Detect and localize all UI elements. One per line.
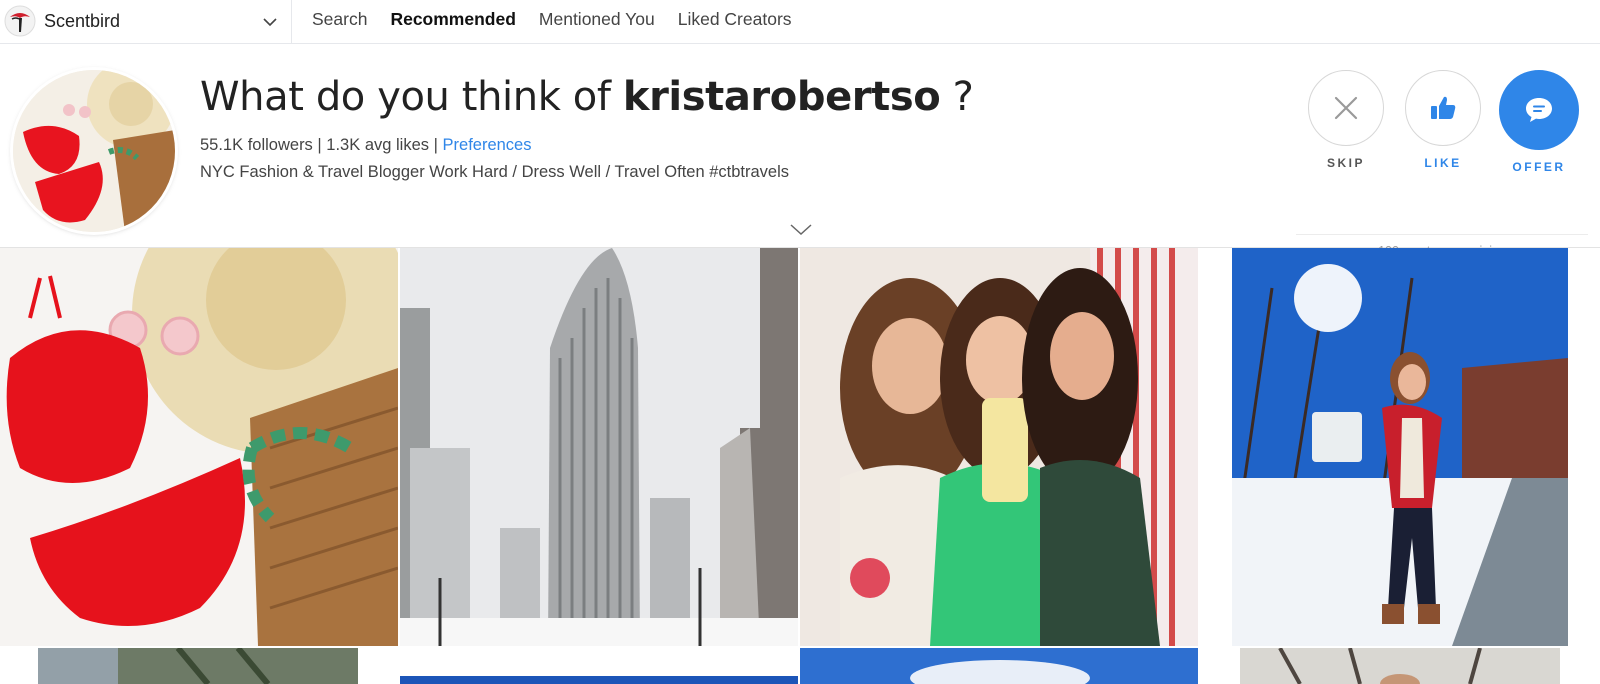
question-prefix: What do you think of xyxy=(200,74,611,120)
thumbs-up-icon xyxy=(1431,96,1456,119)
stats-separator: | xyxy=(317,136,322,154)
top-navigation-bar: Scentbird Search Recommended Mentioned Y… xyxy=(0,0,1600,44)
nav-liked-creators[interactable]: Liked Creators xyxy=(678,0,792,44)
chevron-down-icon[interactable] xyxy=(262,14,278,30)
like-label: LIKE xyxy=(1424,156,1462,170)
skip-label: SKIP xyxy=(1326,156,1365,170)
creator-photo[interactable] xyxy=(800,648,1198,684)
creator-photo[interactable] xyxy=(400,248,798,646)
nav-recommended[interactable]: Recommended xyxy=(390,0,515,44)
divider xyxy=(1296,234,1588,235)
avg-likes: 1.3K avg likes xyxy=(326,136,430,154)
offer-circle[interactable] xyxy=(1499,70,1579,150)
offer-button[interactable]: OFFER xyxy=(1499,70,1579,174)
scentbird-logo-icon xyxy=(4,5,36,37)
stats-separator: | xyxy=(433,136,438,154)
creator-photo[interactable] xyxy=(38,648,358,684)
creator-username: kristarobertso xyxy=(622,74,941,120)
skip-circle[interactable] xyxy=(1308,70,1384,146)
like-circle[interactable] xyxy=(1405,70,1481,146)
creator-avatar xyxy=(13,70,175,232)
creator-photo[interactable] xyxy=(1232,248,1568,646)
brand-name: Scentbird xyxy=(44,11,121,31)
main-nav: Search Recommended Mentioned You Liked C… xyxy=(312,0,815,44)
close-icon xyxy=(1334,96,1358,120)
preferences-link[interactable]: Preferences xyxy=(443,136,532,154)
creator-bio: NYC Fashion & Travel Blogger Work Hard /… xyxy=(200,163,790,181)
creator-stats: 55.1K followers | 1.3K avg likes | Prefe… xyxy=(200,136,531,155)
creator-photo[interactable] xyxy=(1240,648,1560,684)
skip-button[interactable]: SKIP xyxy=(1306,70,1386,170)
nav-search[interactable]: Search xyxy=(312,0,367,44)
creator-photo-grid xyxy=(0,248,1600,684)
offer-label: OFFER xyxy=(1512,160,1566,174)
question-suffix: ? xyxy=(952,74,974,120)
chat-bubble-icon xyxy=(1526,98,1552,122)
like-button[interactable]: LIKE xyxy=(1403,70,1483,170)
expand-chevron-icon[interactable] xyxy=(788,220,814,238)
followers-count: 55.1K followers xyxy=(200,136,313,154)
nav-mentioned-you[interactable]: Mentioned You xyxy=(539,0,655,44)
creator-photo[interactable] xyxy=(400,676,798,684)
creator-photo[interactable] xyxy=(800,248,1198,646)
creator-question: What do you think of kristarobertso ? xyxy=(200,74,974,120)
creator-photo[interactable] xyxy=(0,248,398,646)
creator-header: What do you think of kristarobertso ? 55… xyxy=(0,44,1600,258)
brand-switcher[interactable]: Scentbird xyxy=(0,0,292,44)
